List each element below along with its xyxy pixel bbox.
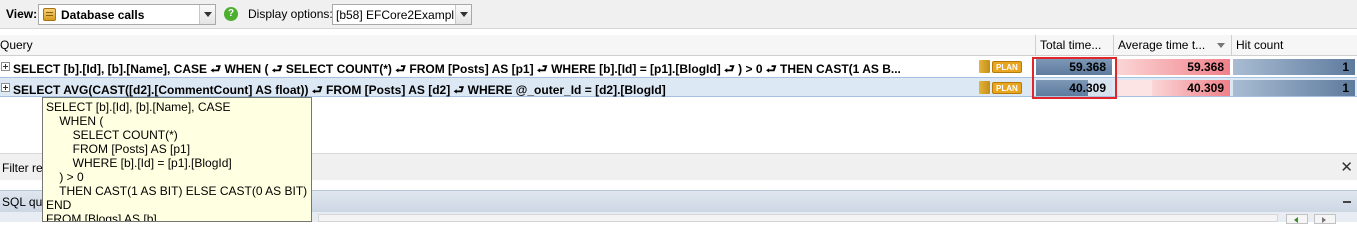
filter-label: Filter re xyxy=(2,161,43,175)
chevron-down-icon[interactable] xyxy=(455,5,471,24)
table-row[interactable]: SELECT [b].[Id], [b].[Name], CASE ⮐ WHEN… xyxy=(0,57,1357,77)
sort-descending-icon xyxy=(1217,43,1225,48)
view-dropdown-value: Database calls xyxy=(61,8,145,22)
tooltip-line: WHERE [b].[Id] = [p1].[BlogId] xyxy=(46,156,232,170)
tooltip-line: SELECT [b].[Id], [b].[Name], CASE xyxy=(46,100,231,114)
hit-count-value: 1 xyxy=(1342,81,1349,95)
expand-icon[interactable] xyxy=(1,83,10,92)
chevron-down-icon[interactable] xyxy=(199,5,215,24)
view-label: View: xyxy=(6,7,38,21)
total-time-value: 59.368 xyxy=(1069,60,1106,74)
display-options-value: [b58] EFCore2Example xyxy=(336,8,454,22)
previous-button[interactable] xyxy=(1286,214,1308,224)
tooltip-line: FROM [Posts] AS [p1] xyxy=(46,142,191,156)
display-options-label: Display options: xyxy=(248,7,333,21)
next-button[interactable] xyxy=(1314,214,1336,224)
expand-icon[interactable] xyxy=(1,62,10,71)
tooltip-line: WHEN ( xyxy=(46,114,104,128)
average-time-value: 40.309 xyxy=(1187,81,1224,95)
tooltip-line: SELECT COUNT(*) xyxy=(46,128,178,142)
hit-count-bar xyxy=(1233,80,1355,96)
help-icon[interactable]: ? xyxy=(224,7,238,21)
average-time-value: 59.368 xyxy=(1187,60,1224,74)
grid-header: Query Total time... Average time t... Hi… xyxy=(0,35,1357,56)
column-header-average-time[interactable]: Average time t... xyxy=(1113,35,1231,55)
minimize-icon[interactable] xyxy=(1343,201,1351,203)
plan-icon[interactable] xyxy=(979,60,990,73)
average-time-cell: 59.368 xyxy=(1116,59,1230,75)
display-options-dropdown[interactable]: [b58] EFCore2Example xyxy=(332,4,472,25)
plan-badge[interactable]: PLAN xyxy=(992,61,1022,73)
plan-icon[interactable] xyxy=(979,81,990,94)
average-time-cell: 40.309 xyxy=(1116,80,1230,96)
table-row-selected[interactable]: SELECT AVG(CAST([d2].[CommentCount] AS f… xyxy=(0,77,1357,97)
database-icon xyxy=(43,8,56,21)
column-header-total-time[interactable]: Total time... xyxy=(1035,35,1113,55)
hit-count-cell: 1 xyxy=(1233,59,1355,75)
column-header-hit-count[interactable]: Hit count xyxy=(1231,35,1357,55)
tooltip-line: END xyxy=(46,198,72,212)
close-icon[interactable]: ✕ xyxy=(1340,158,1353,176)
view-dropdown[interactable]: Database calls xyxy=(38,4,216,25)
plan-badge[interactable]: PLAN xyxy=(992,82,1022,94)
column-header-average-time-label: Average time t... xyxy=(1118,38,1206,52)
hit-count-value: 1 xyxy=(1342,60,1349,74)
tooltip-line: ) > 0 xyxy=(46,170,84,184)
panel-toolbar-strip xyxy=(318,214,1278,222)
hit-count-bar xyxy=(1233,59,1355,75)
panel-title: SQL qu xyxy=(2,195,43,209)
column-header-query[interactable]: Query xyxy=(0,35,1034,55)
total-time-value: 40.309 xyxy=(1069,81,1106,95)
tooltip-line: THEN CAST(1 AS BIT) ELSE CAST(0 AS BIT) xyxy=(46,184,308,198)
query-tooltip: SELECT [b].[Id], [b].[Name], CASE WHEN (… xyxy=(42,97,312,222)
hit-count-cell: 1 xyxy=(1233,80,1355,96)
toolbar: View: Database calls ? Display options: … xyxy=(0,0,1357,29)
tooltip-line: FROM [Blogs] AS [b] xyxy=(46,212,157,222)
